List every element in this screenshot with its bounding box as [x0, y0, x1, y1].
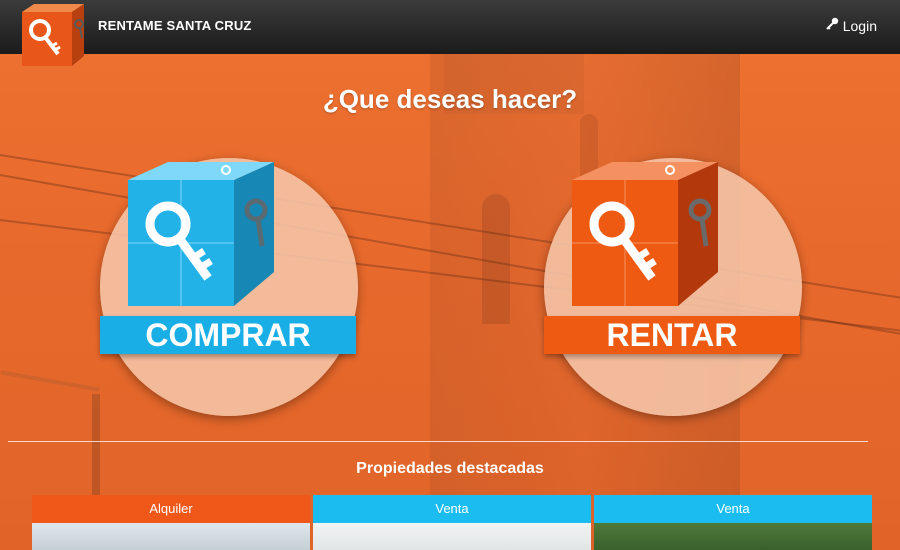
property-photo	[32, 523, 310, 550]
street-lamp-arm	[0, 370, 100, 392]
key-cube-icon	[572, 162, 718, 306]
navbar: RENTAME SANTA CRUZ Login	[0, 0, 900, 66]
brand-title[interactable]: RENTAME SANTA CRUZ	[98, 18, 252, 33]
logo-cube-icon[interactable]	[18, 2, 88, 68]
property-type-badge: Alquiler	[32, 495, 310, 523]
key-cube-icon	[128, 162, 274, 306]
hero-question: ¿Que deseas hacer?	[322, 84, 578, 114]
login-label: Login	[842, 17, 877, 34]
rentar-label[interactable]: RENTAR	[544, 316, 800, 354]
comprar-option[interactable]: COMPRAR	[98, 158, 360, 420]
property-photo	[313, 523, 591, 550]
rentar-option[interactable]: RENTAR	[542, 158, 804, 420]
section-divider	[8, 441, 868, 442]
property-type-badge: Venta	[594, 495, 872, 523]
property-photo	[594, 523, 872, 550]
comprar-label[interactable]: COMPRAR	[100, 316, 356, 354]
property-card[interactable]: Venta	[313, 495, 591, 550]
property-card[interactable]: Venta	[594, 495, 872, 550]
property-card[interactable]: Alquiler	[32, 495, 310, 550]
login-link[interactable]: Login	[825, 17, 877, 34]
key-icon	[825, 17, 839, 34]
property-type-badge: Venta	[313, 495, 591, 523]
featured-title: Propiedades destacadas	[356, 460, 544, 477]
